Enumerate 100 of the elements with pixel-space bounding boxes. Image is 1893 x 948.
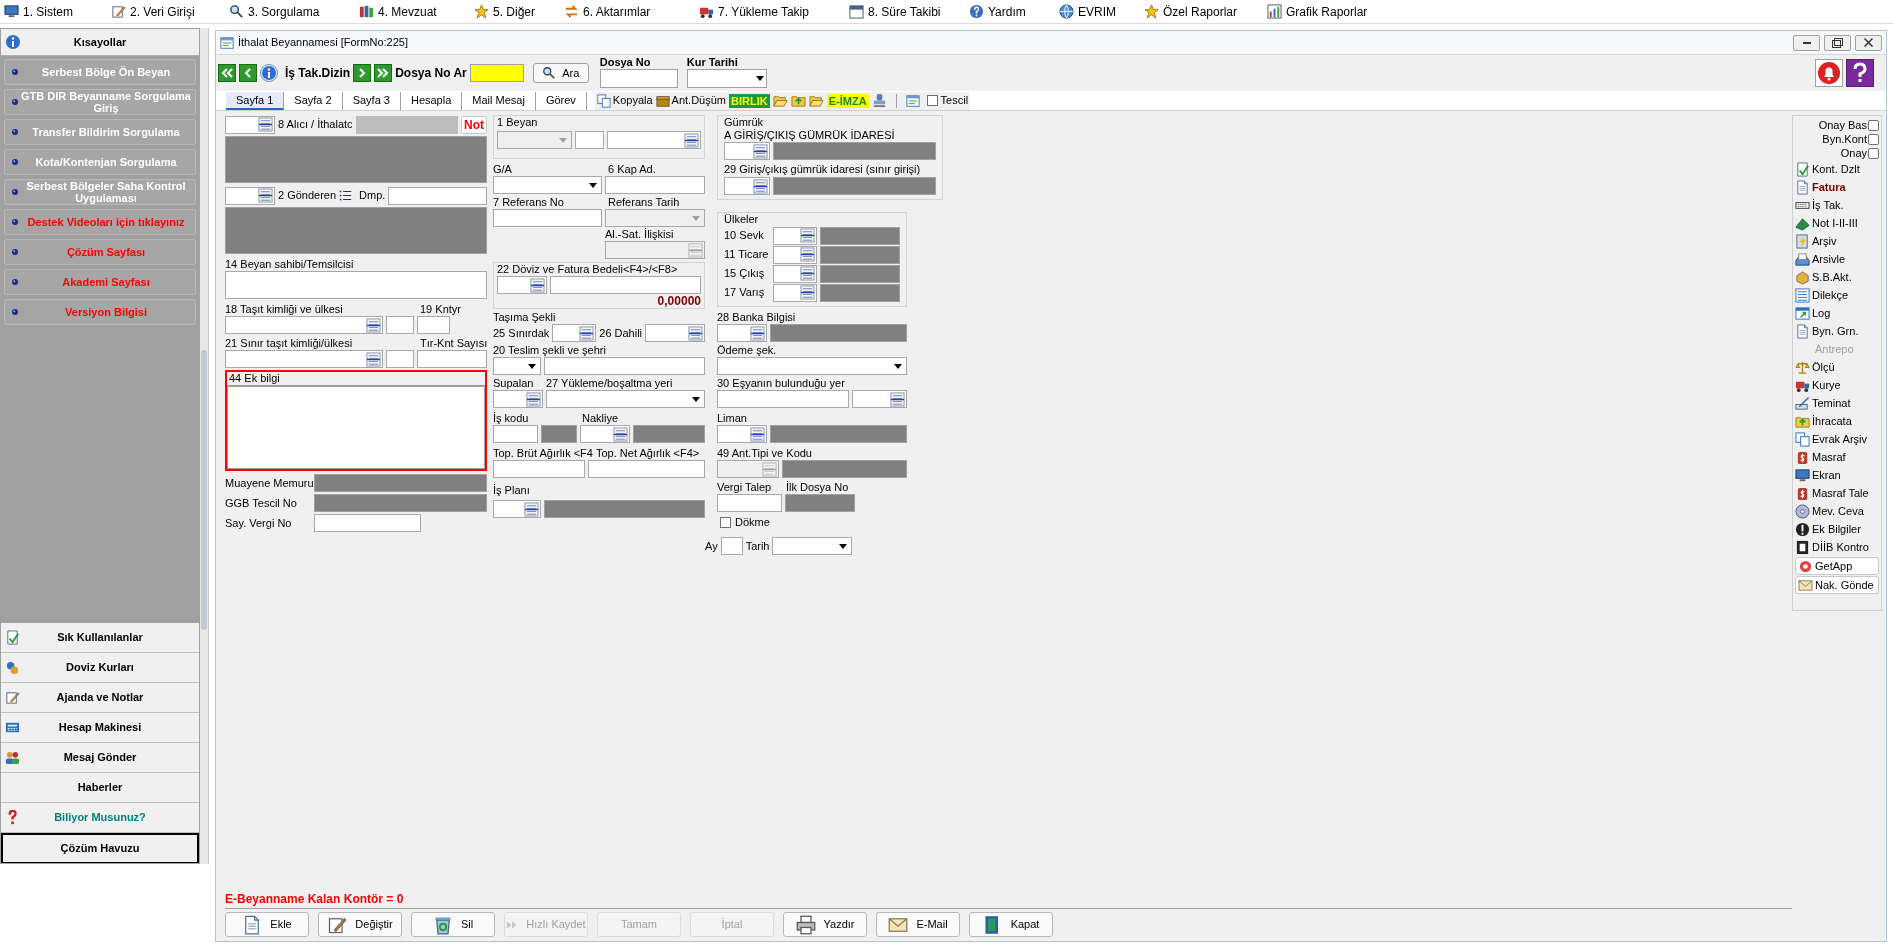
lookup-field[interactable] (605, 241, 705, 259)
lookup-field[interactable] (645, 324, 705, 342)
restore-button[interactable] (1824, 34, 1851, 51)
lookup-field[interactable] (580, 425, 630, 443)
tool-button[interactable]: Ek Bilgiler (1795, 520, 1879, 538)
lookup-field[interactable] (717, 425, 767, 443)
lookup-field[interactable] (773, 283, 817, 302)
sidebar-item[interactable]: Haberler (1, 773, 199, 803)
last-button[interactable] (374, 64, 393, 82)
menu-item[interactable]: Yardım (967, 0, 1057, 23)
dropdown-field[interactable] (686, 69, 767, 88)
checkbox[interactable]: Onay Bas (1818, 118, 1879, 132)
input-field[interactable] (720, 537, 743, 555)
menu-item[interactable]: 6. Aktarımlar (562, 0, 697, 23)
badge[interactable]: E-İMZA (826, 93, 869, 108)
footer-button[interactable]: E-Mail (876, 912, 960, 937)
dropdown-field[interactable] (772, 537, 853, 555)
tab[interactable]: Sayfa 1 (226, 91, 285, 110)
menu-item[interactable]: 8. Süre Takibi (847, 0, 967, 23)
sidebar-item[interactable]: Çözüm Havuzu (1, 833, 199, 863)
close-button[interactable] (1855, 34, 1882, 51)
tool-button[interactable]: Dilekçe (1795, 286, 1879, 304)
dropdown-field[interactable] (493, 176, 602, 194)
input-field[interactable] (717, 494, 782, 512)
input-field[interactable] (225, 271, 487, 299)
menu-item[interactable]: 3. Sorgulama (227, 0, 357, 23)
footer-button[interactable]: Ekle (225, 912, 309, 937)
input-field[interactable] (605, 176, 705, 194)
tool-button[interactable]: Log (1795, 304, 1879, 322)
previous-button[interactable] (239, 64, 257, 82)
lookup-field[interactable] (717, 324, 767, 342)
footer-button[interactable]: Değiştir (318, 912, 402, 937)
sidebar-item[interactable]: Doviz Kurları (1, 653, 199, 683)
tool-button[interactable]: Arşiv (1795, 232, 1879, 250)
footer-button[interactable]: Sil (411, 912, 495, 937)
checkbox[interactable]: Onay (1840, 146, 1879, 160)
sidebar-item[interactable]: Ajanda ve Notlar (1, 683, 199, 713)
dropdown-field[interactable] (493, 357, 541, 375)
search-button[interactable]: Ara (532, 63, 589, 83)
lookup-field[interactable] (724, 142, 770, 160)
toolbar-button[interactable]: Ant.Düşüm (655, 92, 727, 109)
tool-button[interactable]: Byn. Grn. (1795, 322, 1879, 340)
menu-item[interactable]: 1. Sistem (2, 0, 109, 23)
lookup-field[interactable] (225, 115, 275, 134)
tool-button[interactable]: Mev. Ceva (1795, 502, 1879, 520)
info-button[interactable] (260, 64, 278, 82)
dropdown-field[interactable] (546, 390, 705, 408)
text-area[interactable] (227, 386, 485, 469)
lookup-field[interactable] (493, 500, 541, 518)
footer-button[interactable]: Kapat (969, 912, 1053, 937)
lookup-field[interactable] (717, 460, 779, 478)
input-field[interactable] (493, 425, 538, 443)
tool-button[interactable]: DİİB Kontro (1795, 538, 1879, 556)
input-field[interactable] (417, 350, 487, 368)
lookup-field[interactable] (225, 316, 383, 334)
sidebar-item[interactable]: Mesaj Gönder (1, 743, 199, 773)
lookup-field[interactable] (225, 186, 275, 205)
tool-button[interactable]: Kont. Dzlt (1795, 160, 1879, 178)
search-field[interactable] (469, 64, 524, 82)
sidebar-item[interactable]: Sık Kullanılanlar (1, 623, 199, 653)
menu-item[interactable]: Grafik Raporlar (1265, 0, 1395, 23)
checkbox[interactable]: Byn.Kont (1822, 132, 1879, 146)
next-button[interactable] (353, 64, 372, 82)
tool-button[interactable]: Masraf (1795, 448, 1879, 466)
lookup-field[interactable] (552, 324, 597, 342)
dropdown-field[interactable] (497, 131, 572, 149)
lookup-field[interactable] (497, 276, 547, 294)
minimize-button[interactable] (1793, 34, 1820, 51)
menu-item[interactable]: 5. Diğer (472, 0, 562, 23)
dropdown-field[interactable] (717, 357, 907, 375)
input-field[interactable] (388, 186, 487, 205)
sidebar-item[interactable]: Hesap Makinesi (1, 713, 199, 743)
checkbox[interactable]: Dökme (720, 513, 770, 531)
tool-button[interactable]: Masraf Tale (1795, 484, 1879, 502)
note-button[interactable]: Not (461, 115, 487, 134)
input-field[interactable] (314, 514, 421, 532)
tool-button[interactable]: GetApp (1795, 557, 1879, 575)
tool-button[interactable]: Nak. Gönde (1795, 576, 1879, 594)
lookup-field[interactable] (724, 177, 770, 195)
toolbar-button[interactable]: Kopyala (596, 92, 653, 109)
tool-button[interactable]: Kurye (1795, 376, 1879, 394)
menu-item[interactable]: 4. Mevzuat (357, 0, 472, 23)
checkbox[interactable]: Tescil (926, 92, 969, 109)
input-field[interactable] (588, 460, 705, 478)
tool-button[interactable]: Fatura (1795, 178, 1879, 196)
input-field[interactable] (493, 460, 585, 478)
scrollbar[interactable] (200, 28, 209, 864)
input-field[interactable] (717, 390, 849, 408)
input-field[interactable] (386, 316, 414, 334)
sidebar-item[interactable]: Biliyor Musunuz? (1, 803, 199, 833)
menu-item[interactable]: Özel Raporlar (1142, 0, 1265, 23)
tool-button[interactable]: İhracata (1795, 412, 1879, 430)
tool-button[interactable]: Evrak Arşiv (1795, 430, 1879, 448)
lookup-field[interactable] (852, 390, 907, 408)
lookup-field[interactable] (607, 131, 701, 149)
tool-button[interactable]: Arsivle (1795, 250, 1879, 268)
menu-item[interactable]: 2. Veri Girişi (109, 0, 227, 23)
input-field[interactable] (417, 316, 450, 334)
first-button[interactable] (218, 64, 236, 82)
notification-button[interactable] (1815, 59, 1843, 87)
